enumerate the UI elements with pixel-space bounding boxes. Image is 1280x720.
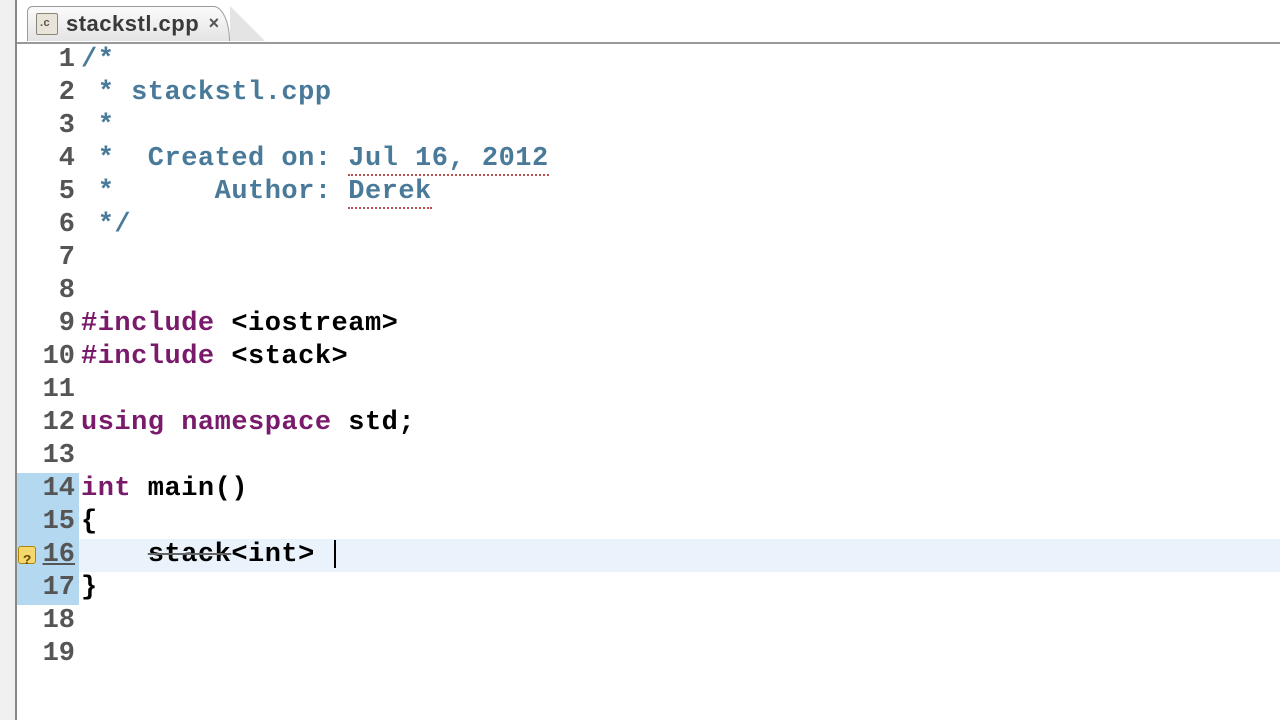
gutter-marker <box>17 440 39 473</box>
gutter-marker <box>17 539 39 572</box>
code-line[interactable]: 14int main() <box>17 473 1280 506</box>
gutter-marker <box>17 242 39 275</box>
line-number: 16 <box>39 539 79 572</box>
code-content[interactable]: /* <box>79 44 1280 77</box>
gutter-marker <box>17 308 39 341</box>
line-number: 14 <box>39 473 79 506</box>
code-line[interactable]: 6 */ <box>17 209 1280 242</box>
code-content[interactable]: * <box>79 110 1280 143</box>
code-line[interactable]: 17} <box>17 572 1280 605</box>
line-number: 13 <box>39 440 79 473</box>
code-line[interactable]: 8 <box>17 275 1280 308</box>
editor-window: stackstl.cpp × 1/*2 * stackstl.cpp3 *4 *… <box>15 0 1280 720</box>
gutter-marker <box>17 341 39 374</box>
tab-bar: stackstl.cpp × <box>27 3 265 41</box>
code-content[interactable]: using namespace std; <box>79 407 1280 440</box>
gutter-marker <box>17 407 39 440</box>
line-number: 2 <box>39 77 79 110</box>
line-number: 10 <box>39 341 79 374</box>
code-line[interactable]: 7 <box>17 242 1280 275</box>
code-line[interactable]: 4 * Created on: Jul 16, 2012 <box>17 143 1280 176</box>
line-number: 9 <box>39 308 79 341</box>
gutter-marker <box>17 44 39 77</box>
code-line[interactable]: 3 * <box>17 110 1280 143</box>
code-line[interactable]: 13 <box>17 440 1280 473</box>
code-content[interactable]: */ <box>79 209 1280 242</box>
code-content[interactable]: #include <stack> <box>79 341 1280 374</box>
line-number: 7 <box>39 242 79 275</box>
code-line[interactable]: 2 * stackstl.cpp <box>17 77 1280 110</box>
gutter-marker <box>17 473 39 506</box>
close-icon[interactable]: × <box>205 15 223 33</box>
text-cursor <box>334 540 336 568</box>
code-line[interactable]: 19 <box>17 638 1280 671</box>
gutter-marker <box>17 638 39 671</box>
code-content[interactable]: stack<int> <box>79 539 1280 572</box>
line-number: 19 <box>39 638 79 671</box>
code-content[interactable]: * Created on: Jul 16, 2012 <box>79 143 1280 176</box>
code-content[interactable]: * Author: Derek <box>79 176 1280 209</box>
gutter-marker <box>17 605 39 638</box>
gutter-marker <box>17 176 39 209</box>
warning-icon[interactable] <box>18 546 36 564</box>
line-number: 15 <box>39 506 79 539</box>
line-number: 8 <box>39 275 79 308</box>
line-number: 18 <box>39 605 79 638</box>
code-line[interactable]: 9#include <iostream> <box>17 308 1280 341</box>
line-number: 5 <box>39 176 79 209</box>
code-content[interactable]: } <box>79 572 1280 605</box>
code-line[interactable]: 10#include <stack> <box>17 341 1280 374</box>
line-number: 3 <box>39 110 79 143</box>
code-line[interactable]: 1/* <box>17 44 1280 77</box>
gutter-marker <box>17 374 39 407</box>
gutter-marker <box>17 77 39 110</box>
line-number: 4 <box>39 143 79 176</box>
code-line[interactable]: 16 stack<int> <box>17 539 1280 572</box>
code-line[interactable]: 11 <box>17 374 1280 407</box>
tab-slope <box>230 6 265 41</box>
line-number: 11 <box>39 374 79 407</box>
code-editor[interactable]: 1/*2 * stackstl.cpp3 *4 * Created on: Ju… <box>17 42 1280 720</box>
code-line[interactable]: 15{ <box>17 506 1280 539</box>
file-tab[interactable]: stackstl.cpp × <box>27 6 230 41</box>
tab-filename: stackstl.cpp <box>66 11 199 37</box>
gutter-marker <box>17 275 39 308</box>
code-content[interactable]: { <box>79 506 1280 539</box>
cpp-file-icon <box>36 13 58 35</box>
code-content[interactable]: #include <iostream> <box>79 308 1280 341</box>
gutter-marker <box>17 143 39 176</box>
code-content[interactable]: int main() <box>79 473 1280 506</box>
line-number: 12 <box>39 407 79 440</box>
gutter-marker <box>17 506 39 539</box>
code-line[interactable]: 12using namespace std; <box>17 407 1280 440</box>
code-line[interactable]: 5 * Author: Derek <box>17 176 1280 209</box>
line-number: 6 <box>39 209 79 242</box>
code-content[interactable]: * stackstl.cpp <box>79 77 1280 110</box>
gutter-marker <box>17 209 39 242</box>
gutter-marker <box>17 110 39 143</box>
code-line[interactable]: 18 <box>17 605 1280 638</box>
line-number: 1 <box>39 44 79 77</box>
line-number: 17 <box>39 572 79 605</box>
